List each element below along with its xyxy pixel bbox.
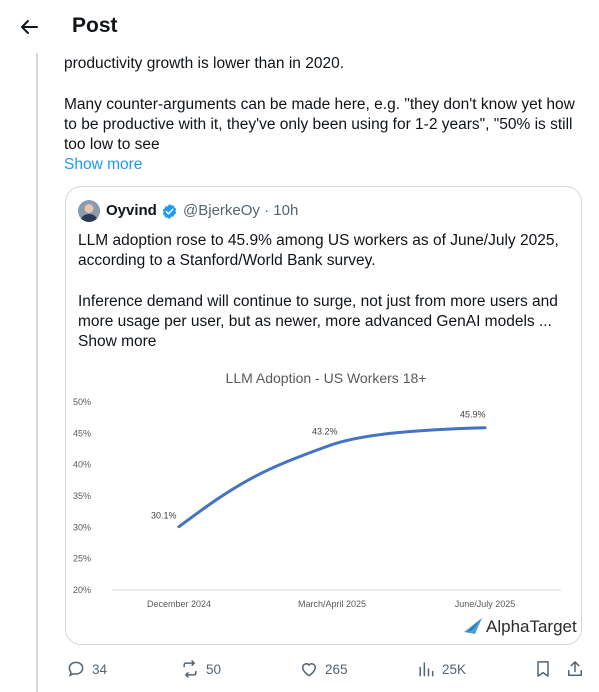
- x-tick-label: March/April 2025: [298, 599, 366, 609]
- back-arrow-icon[interactable]: [14, 12, 44, 42]
- post-text-line: Many counter-arguments can be made here,…: [64, 96, 575, 113]
- post-text-line: to be productive with it, they've only b…: [64, 116, 573, 133]
- repost-button[interactable]: 50: [180, 658, 221, 680]
- author-handle[interactable]: @BjerkeOy: [183, 202, 260, 219]
- author-meta: @BjerkeOy · 10h: [183, 202, 298, 219]
- thread-line: [36, 53, 38, 692]
- verified-badge-icon: [161, 203, 178, 220]
- like-count: 265: [325, 661, 348, 677]
- view-count: 25K: [442, 661, 467, 677]
- quote-text-line: LLM adoption rose to 45.9% among US work…: [78, 232, 559, 249]
- y-tick-label: 45%: [73, 428, 91, 438]
- quote-text-line: Inference demand will continue to surge,…: [78, 293, 558, 310]
- author-name[interactable]: Oyvind: [106, 202, 157, 219]
- like-button[interactable]: 265: [299, 658, 348, 680]
- repost-count: 50: [206, 661, 222, 677]
- post-text-line: too low to see: [64, 136, 160, 153]
- y-tick-label: 30%: [73, 522, 91, 532]
- views-button[interactable]: 25K: [416, 658, 466, 680]
- x-tick-label: December 2024: [147, 599, 211, 609]
- series-line: [177, 426, 487, 529]
- y-tick-label: 40%: [73, 460, 91, 470]
- repost-icon: [183, 660, 197, 678]
- page-header: Post: [0, 0, 599, 53]
- quote-show-more-link[interactable]: Show more: [78, 332, 156, 352]
- show-more-link[interactable]: Show more: [64, 155, 142, 175]
- y-tick-label: 25%: [73, 554, 91, 564]
- reply-button[interactable]: 34: [66, 658, 107, 680]
- x-tick-label: June/July 2025: [455, 599, 516, 609]
- chart-title: LLM Adoption - US Workers 18+: [226, 370, 427, 386]
- post-time: · 10h: [264, 202, 299, 219]
- quote-text-line: more usage per user, but as newer, more …: [78, 313, 552, 330]
- y-tick-label: 20%: [73, 585, 91, 595]
- y-tick-label: 35%: [73, 491, 91, 501]
- page-title: Post: [72, 14, 118, 37]
- bookmark-icon[interactable]: [533, 658, 553, 680]
- adoption-chart[interactable]: LLM Adoption - US Workers 18+ 50% 45% 40% 3…: [66, 355, 581, 644]
- share-icon[interactable]: [565, 658, 585, 680]
- data-label: 30.1%: [151, 511, 177, 521]
- y-tick-label: 50%: [73, 397, 91, 407]
- reply-icon: [68, 661, 84, 677]
- analytics-icon: [419, 662, 434, 677]
- alphatarget-logo: AlphaTarget: [464, 617, 577, 636]
- reply-count: 34: [92, 661, 108, 677]
- heart-icon: [302, 663, 316, 677]
- data-label: 43.2%: [312, 427, 338, 437]
- quote-text-line: according to a Stanford/World Bank surve…: [78, 252, 376, 269]
- brand-text: AlphaTarget: [486, 617, 577, 636]
- data-label: 45.9%: [460, 410, 486, 420]
- avatar[interactable]: [78, 200, 100, 222]
- quoted-post-card[interactable]: Oyvind @BjerkeOy · 10h LLM adoption rose…: [65, 186, 582, 645]
- post-text-line: productivity growth is lower than in 202…: [64, 55, 345, 72]
